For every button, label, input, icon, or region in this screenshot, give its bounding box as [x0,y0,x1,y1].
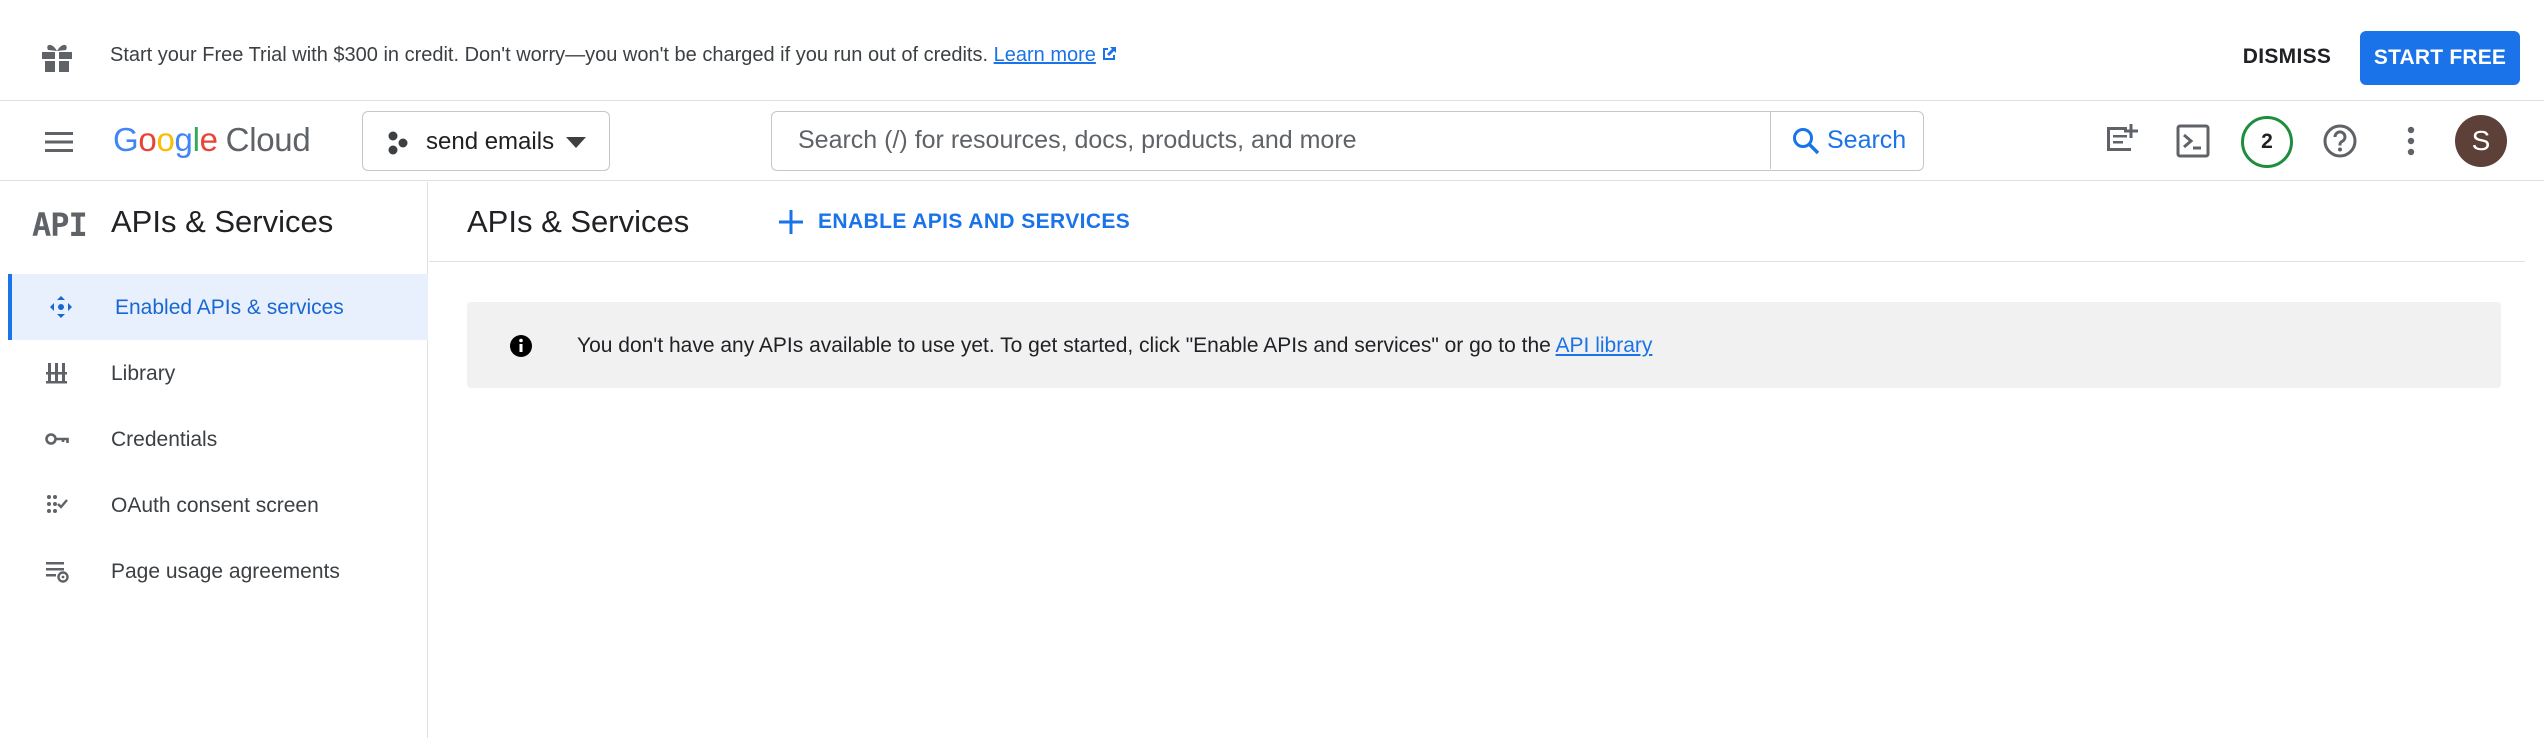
library-icon [46,363,67,384]
key-icon [45,433,69,445]
menu-icon[interactable] [42,125,76,159]
sidebar: API APIs & Services Enabled APIs & servi… [0,182,428,738]
feedback-icon[interactable] [2098,118,2144,164]
free-trial-banner: Start your Free Trial with $300 in credi… [0,0,2544,101]
info-text: You don't have any APIs available to use… [577,334,1551,357]
settings-list-icon [46,562,69,583]
learn-more-label: Learn more [993,44,1096,66]
external-link-icon [1102,47,1116,60]
page-header: APIs & Services ENABLE APIS AND SERVICES [429,182,2525,262]
help-icon[interactable] [2317,118,2363,164]
page-title: APIs & Services [467,204,690,239]
sidebar-item-library[interactable]: Library [8,340,428,406]
search-input[interactable] [772,112,1770,169]
project-name: send emails [426,128,555,155]
search-button-label: Search [1827,126,1907,154]
logo-product: Cloud [225,121,311,158]
info-message-text: You don't have any APIs available to use… [577,334,1652,358]
search-bar: Search [771,111,1924,171]
sidebar-item-label: Credentials [111,428,218,451]
logo-letter: o [156,121,175,158]
search-button[interactable]: Search [1770,112,1923,169]
avatar[interactable]: S [2455,115,2507,167]
sidebar-item-enabled-apis[interactable]: Enabled APIs & services [8,274,428,340]
sidebar-item-label: Library [111,362,176,385]
more-vert-icon[interactable] [2388,118,2434,164]
start-free-button[interactable]: START FREE [2360,31,2520,85]
info-icon [510,335,532,357]
dismiss-button[interactable]: DISMISS [2228,32,2346,82]
logo-letter: g [174,121,193,158]
project-picker[interactable]: send emails [362,111,610,171]
top-bar: GoogleCloud send emails Search 2 [0,101,2544,181]
sidebar-header: API APIs & Services [0,182,428,262]
logo-letter: l [192,121,200,158]
sidebar-item-label: Page usage agreements [111,560,340,583]
plus-icon [779,210,803,234]
search-icon [1793,128,1820,155]
banner-message-text: Start your Free Trial with $300 in credi… [110,44,989,66]
api-logo: API [32,206,88,244]
info-message: You don't have any APIs available to use… [467,302,2501,388]
sidebar-item-label: OAuth consent screen [111,494,319,517]
notifications-badge[interactable]: 2 [2241,116,2293,168]
cloud-shell-icon[interactable] [2170,118,2216,164]
logo-letter: G [113,121,139,158]
gift-icon [42,44,72,72]
enable-apis-label: ENABLE APIS AND SERVICES [818,210,1131,233]
logo-letter: o [138,121,157,158]
learn-more-link[interactable]: Learn more [994,44,1118,66]
sidebar-title: APIs & Services [111,204,334,239]
google-cloud-logo[interactable]: Google Cloud [113,121,311,159]
sidebar-item-page-usage[interactable]: Page usage agreements [8,538,428,604]
api-library-link[interactable]: API library [1556,334,1653,357]
sidebar-item-credentials[interactable]: Credentials [8,406,428,472]
sidebar-item-label: Enabled APIs & services [115,296,344,319]
project-icon [388,131,408,155]
sidebar-item-oauth[interactable]: OAuth consent screen [8,472,428,538]
logo-letter: e [199,121,218,158]
oauth-icon [47,495,68,513]
chevron-down-icon [566,137,586,148]
banner-message: Start your Free Trial with $300 in credi… [110,44,1118,67]
enabled-apis-icon [50,296,72,318]
